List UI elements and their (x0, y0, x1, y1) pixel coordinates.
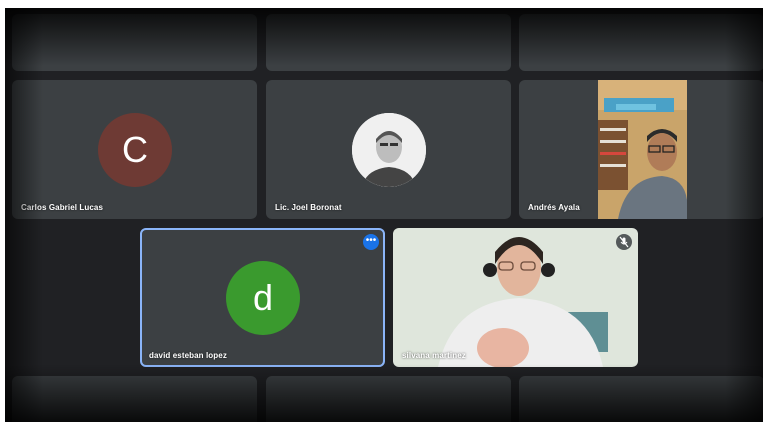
empty-tile (266, 14, 511, 71)
participant-tile-joel[interactable]: Lic. Joel Boronat (266, 80, 511, 219)
participant-tile-david[interactable]: d ••• david esteban lopez (140, 228, 385, 367)
empty-tile (266, 376, 511, 422)
participant-name: silvana martinez (402, 351, 466, 360)
avatar-initial: d (226, 261, 300, 335)
empty-tile (12, 14, 257, 71)
participant-tile-carlos[interactable]: C Carlos Gabriel Lucas (12, 80, 257, 219)
participant-video (393, 228, 638, 367)
participant-tile-silvana[interactable]: silvana martinez (393, 228, 638, 367)
participant-name: david esteban lopez (149, 351, 227, 360)
meeting-grid: C Carlos Gabriel Lucas Lic. Joel Boronat (5, 8, 763, 422)
participant-video (598, 80, 687, 219)
avatar-photo (352, 113, 426, 187)
participant-tile-andres[interactable]: Andrés Ayala (519, 80, 763, 219)
avatar-initial: C (98, 113, 172, 187)
empty-tile (519, 14, 763, 71)
person-photo-icon (352, 113, 426, 187)
participant-name: Carlos Gabriel Lucas (21, 203, 104, 212)
mic-off-icon (616, 234, 632, 250)
empty-tile (519, 376, 763, 422)
participant-name: Lic. Joel Boronat (275, 203, 342, 212)
more-options-icon[interactable]: ••• (363, 234, 379, 250)
participant-name: Andrés Ayala (528, 203, 580, 212)
empty-tile (12, 376, 257, 422)
